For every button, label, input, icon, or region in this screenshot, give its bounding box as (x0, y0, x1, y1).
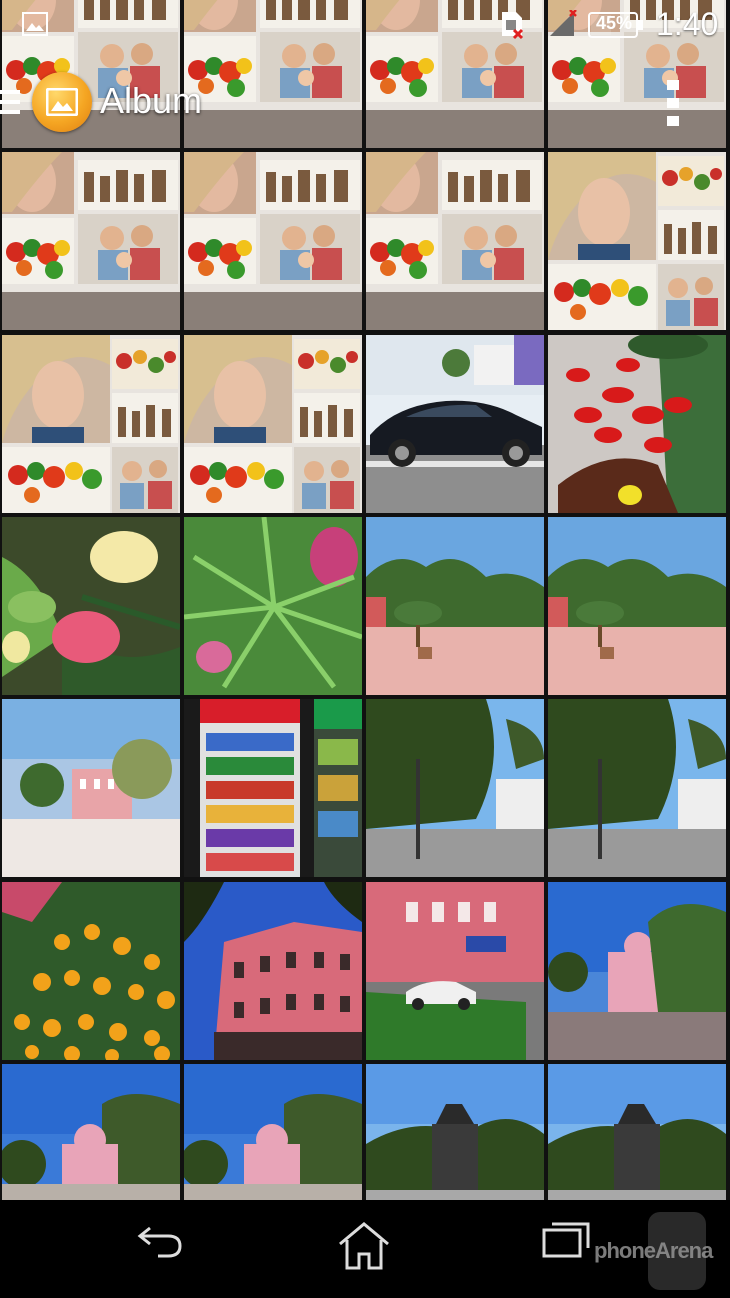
photo-thumbnail[interactable] (2, 882, 180, 1060)
battery-level: 45% (595, 13, 633, 33)
photo-grid (0, 0, 730, 1200)
back-button[interactable] (122, 1220, 202, 1280)
photo-thumbnail[interactable] (2, 517, 180, 695)
photo-thumbnail[interactable] (184, 882, 362, 1060)
back-icon (137, 1226, 182, 1258)
photo-thumbnail[interactable] (184, 699, 362, 877)
clock: 1:40 (656, 6, 719, 42)
signal-icon (550, 10, 577, 36)
overflow-menu-icon[interactable] (662, 76, 684, 130)
photo-thumbnail[interactable] (548, 699, 726, 877)
menu-icon[interactable] (0, 88, 22, 116)
photo-thumbnail[interactable] (2, 699, 180, 877)
photo-thumbnail[interactable] (548, 1064, 726, 1200)
photo-thumbnail[interactable] (366, 1064, 544, 1200)
photo-thumbnail[interactable] (366, 335, 544, 513)
photo-thumbnail[interactable] (366, 517, 544, 695)
album-app-icon[interactable] (32, 72, 92, 132)
photo-thumbnail[interactable] (184, 517, 362, 695)
photo-thumbnail[interactable] (548, 152, 726, 330)
photo-thumbnail[interactable] (548, 517, 726, 695)
watermark: phoneArena (594, 1238, 713, 1263)
home-button[interactable] (324, 1220, 404, 1280)
status-bar: 45% 1:40 (0, 0, 730, 52)
action-bar: Album (0, 66, 730, 140)
photo-thumbnail[interactable] (366, 882, 544, 1060)
photo-thumbnail[interactable] (548, 882, 726, 1060)
no-sim-icon (502, 12, 524, 40)
page-title: Album (100, 80, 203, 121)
photo-thumbnail[interactable] (2, 1064, 180, 1200)
photo-thumbnail[interactable] (366, 699, 544, 877)
home-icon (339, 1222, 389, 1270)
photo-thumbnail[interactable] (548, 335, 726, 513)
image-icon (46, 88, 78, 116)
gallery-notification-icon (22, 12, 48, 36)
photo-thumbnail[interactable] (184, 1064, 362, 1200)
photo-thumbnail[interactable] (366, 152, 544, 330)
photo-thumbnail[interactable] (184, 152, 362, 330)
photo-thumbnail[interactable] (184, 335, 362, 513)
photo-thumbnail[interactable] (2, 335, 180, 513)
photo-thumbnail[interactable] (2, 152, 180, 330)
recent-apps-icon (542, 1222, 590, 1258)
